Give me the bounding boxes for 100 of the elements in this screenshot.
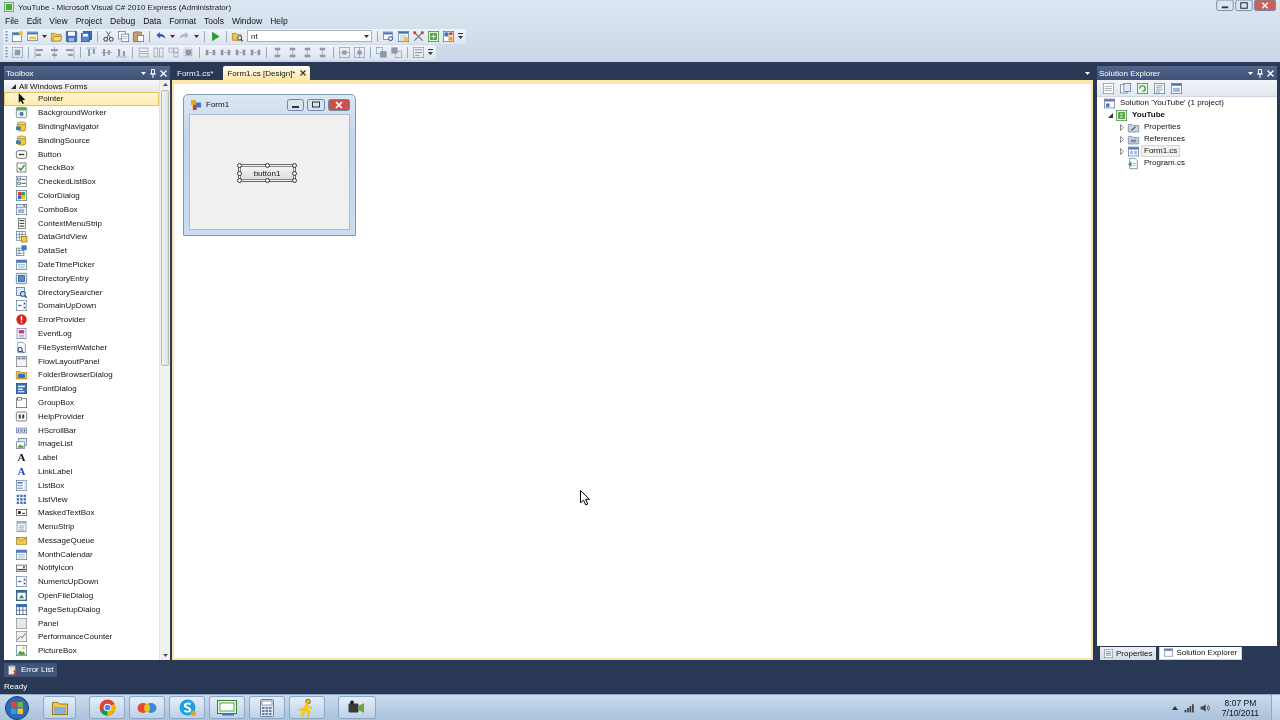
dropdown-caret-icon[interactable]: [1085, 71, 1090, 75]
center-vertically-icon[interactable]: [354, 46, 365, 58]
folder-search-icon[interactable]: [232, 30, 243, 42]
toolbox-item[interactable]: Button: [4, 147, 159, 161]
toolbox-item[interactable]: PageSetupDialog: [4, 602, 159, 617]
play-icon[interactable]: [210, 30, 221, 42]
toolbox-item[interactable]: DirectoryEntry: [4, 271, 159, 286]
toolbox-item[interactable]: FileSystemWatcher: [4, 340, 159, 355]
tree-item[interactable]: YouTube: [1129, 109, 1169, 121]
toolbox-item[interactable]: ImageList: [4, 436, 159, 451]
menu-item[interactable]: View: [45, 14, 72, 28]
tree-item[interactable]: Form1.cs: [1141, 145, 1181, 157]
toolbox-item[interactable]: Panel: [4, 616, 159, 631]
extension-window-icon[interactable]: [443, 30, 454, 42]
tree-item[interactable]: Properties: [1141, 121, 1184, 133]
toolbox-item[interactable]: BindingNavigator: [4, 119, 159, 134]
menu-item[interactable]: Format: [165, 14, 201, 28]
toolbox-item[interactable]: FontDialog: [4, 381, 159, 396]
object-browser-icon[interactable]: [428, 30, 439, 42]
toolbox-item[interactable]: ColorDialog: [4, 188, 159, 203]
toolbox-item[interactable]: A Label: [4, 450, 159, 465]
caret-icon[interactable]: [170, 34, 175, 38]
expanded-triangle-icon[interactable]: [11, 83, 16, 89]
show-all-files-icon[interactable]: [1120, 82, 1131, 94]
view-designer-icon[interactable]: [1171, 82, 1182, 94]
collapsed-triangle-icon[interactable]: [1120, 135, 1124, 143]
toolbox-item[interactable]: OpenFileDialog: [4, 588, 159, 603]
toolbox-item[interactable]: MenuStrip: [4, 519, 159, 534]
toolbox-item[interactable]: ContextMenuStrip: [4, 216, 159, 230]
align-left-icon[interactable]: [34, 46, 45, 58]
volume-icon[interactable]: [1199, 702, 1210, 713]
toolbox-item[interactable]: DataSet: [4, 243, 159, 258]
taskbar-button[interactable]: [338, 696, 376, 719]
vertical-spacing-icon[interactable]: [272, 46, 283, 58]
collapsed-triangle-icon[interactable]: [1120, 147, 1124, 155]
send-to-back-icon[interactable]: [391, 46, 402, 58]
grid-align-icon[interactable]: [12, 46, 23, 58]
toolbox-item[interactable]: DateTimePicker: [4, 257, 159, 272]
toolbox-item[interactable]: CheckBox: [4, 161, 159, 175]
toolbox-item[interactable]: BindingSource: [4, 133, 159, 148]
tree-item[interactable]: References: [1141, 133, 1188, 145]
align-top-icon[interactable]: [86, 46, 97, 58]
vertical-spacing-icon[interactable]: [302, 46, 313, 58]
toolbox-item[interactable]: A LinkLabel: [4, 464, 159, 479]
configuration-combo[interactable]: nt: [247, 30, 372, 42]
toolbox-item[interactable]: Pointer: [4, 92, 159, 106]
tool-window-tab[interactable]: Properties: [1100, 646, 1157, 660]
menu-item[interactable]: Data: [139, 14, 166, 28]
menu-item[interactable]: Debug: [106, 14, 140, 28]
document-tab[interactable]: Form1.cs [Design]*: [223, 66, 311, 80]
toolbox-item[interactable]: MessageQueue: [4, 533, 159, 548]
toolbox-item[interactable]: ComboBox: [4, 202, 159, 217]
crossed-tools-icon[interactable]: [413, 30, 424, 42]
taskbar-button[interactable]: [209, 696, 245, 719]
toolbox-item[interactable]: PerformanceCounter: [4, 630, 159, 644]
resize-handle-icon[interactable]: [264, 178, 270, 183]
scroll-down-icon[interactable]: [162, 654, 168, 657]
menu-item[interactable]: Edit: [22, 14, 46, 28]
grip-icon[interactable]: [5, 46, 8, 58]
toolbox-item[interactable]: FlowLayoutPanel: [4, 354, 159, 368]
bring-to-front-icon[interactable]: [376, 46, 387, 58]
toolbox-item[interactable]: NumericUpDown: [4, 574, 159, 589]
vertical-spacing-icon[interactable]: [287, 46, 298, 58]
document-tab[interactable]: Form1.cs*: [173, 66, 218, 80]
show-hidden-icons-icon[interactable]: [1171, 705, 1178, 710]
close-icon[interactable]: [300, 70, 307, 76]
align-bottom-icon[interactable]: [116, 46, 127, 58]
menu-item[interactable]: File: [1, 14, 23, 28]
toolbox-item[interactable]: FolderBrowserDialog: [4, 367, 159, 382]
align-middle-icon[interactable]: [101, 46, 112, 58]
add-item-icon[interactable]: [27, 30, 38, 42]
toolbox-item[interactable]: DirectorySearcher: [4, 285, 159, 299]
toolbox-group-header[interactable]: All Windows Forms: [4, 80, 159, 92]
vertical-scrollbar[interactable]: [159, 80, 170, 660]
window-search-icon[interactable]: [383, 30, 394, 42]
toolbox-item[interactable]: GroupBox: [4, 395, 159, 410]
toolbox-item[interactable]: ListView: [4, 492, 159, 506]
toolbox-item[interactable]: HelpProvider: [4, 409, 159, 424]
toolbox-item[interactable]: NotifyIcon: [4, 561, 159, 575]
toolbox-item[interactable]: ErrorProvider: [4, 312, 159, 327]
menu-item[interactable]: Project: [71, 14, 107, 28]
toolbox-item[interactable]: MonthCalendar: [4, 547, 159, 562]
caret-icon[interactable]: [194, 34, 199, 38]
menu-item[interactable]: Tools: [200, 14, 228, 28]
caret-icon[interactable]: [364, 34, 369, 38]
overflow-caret-icon[interactable]: [458, 33, 463, 39]
view-code-icon[interactable]: [1154, 82, 1165, 94]
paste-icon[interactable]: [133, 30, 144, 42]
signal-bars-icon[interactable]: [1183, 702, 1194, 713]
overflow-caret-icon[interactable]: [428, 49, 433, 55]
save-icon[interactable]: [66, 30, 77, 42]
dropdown-caret-icon[interactable]: [141, 71, 146, 75]
dropdown-caret-icon[interactable]: [1248, 71, 1253, 75]
toolbox-item[interactable]: DataGridView: [4, 229, 159, 244]
form-button[interactable]: button1: [240, 166, 294, 180]
expanded-triangle-icon[interactable]: [1107, 112, 1113, 118]
toolbox-item[interactable]: BackgroundWorker: [4, 105, 159, 120]
center-horizontally-icon[interactable]: [339, 46, 350, 58]
toolbox-item[interactable]: DomainUpDown: [4, 298, 159, 313]
align-right-icon[interactable]: [64, 46, 75, 58]
